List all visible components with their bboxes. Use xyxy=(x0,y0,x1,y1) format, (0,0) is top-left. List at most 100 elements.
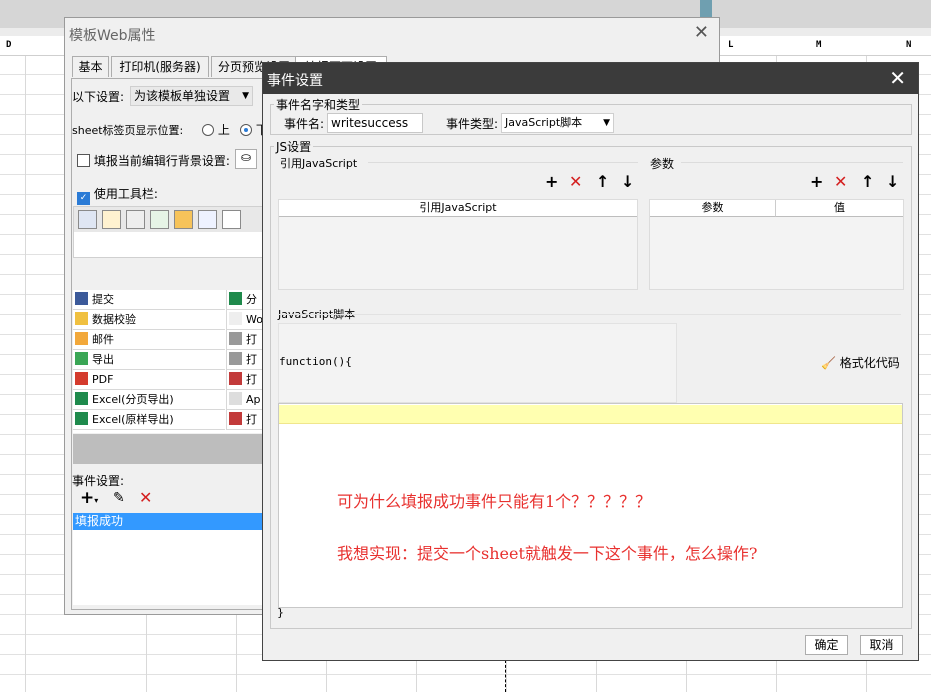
toolbar-preview xyxy=(73,206,265,258)
arrow-up-icon[interactable]: ↑ xyxy=(861,174,874,190)
scroll-indicator xyxy=(700,0,712,18)
print-icon[interactable] xyxy=(126,210,145,229)
list-item-label: 导出 xyxy=(92,353,114,366)
tab-printer-server[interactable]: 打印机(服务器) xyxy=(111,56,209,77)
setting-label: 以下设置: xyxy=(72,90,125,104)
bg-setting-row[interactable]: 填报当前编辑行背景设置: xyxy=(77,152,230,169)
arrow-down-icon[interactable]: ↓ xyxy=(886,174,899,190)
save-icon[interactable] xyxy=(78,210,97,229)
list-item[interactable]: 打 xyxy=(226,410,264,430)
list-item-label: PDF xyxy=(92,373,114,386)
name-type-legend: 事件名字和类型 xyxy=(274,96,363,113)
list-item[interactable]: 邮件 xyxy=(73,330,225,350)
column-header-m[interactable]: M xyxy=(816,40,821,50)
arrow-down-icon[interactable]: ↓ xyxy=(621,174,634,190)
insert-row-icon[interactable] xyxy=(198,210,217,229)
column-header-n[interactable]: N xyxy=(906,40,911,50)
applet-icon xyxy=(229,392,242,405)
delete-param-icon[interactable]: ✕ xyxy=(834,174,847,190)
annotation-question: 可为什么填报成功事件只能有1个？？？？？ xyxy=(337,492,652,511)
word-icon xyxy=(229,312,242,325)
tab-basic[interactable]: 基本 xyxy=(72,56,109,77)
excel-icon xyxy=(75,412,88,425)
list-item-label: 打 xyxy=(246,413,257,426)
setting-scope-value: 为该模板单独设置 xyxy=(134,89,231,103)
list-item[interactable]: 提交 xyxy=(73,290,225,310)
delete-event-icon[interactable]: ✕ xyxy=(139,490,152,506)
params-table: 参数 值 xyxy=(649,199,904,290)
sheet-icon[interactable] xyxy=(222,210,241,229)
event-type-label: 事件类型: xyxy=(446,117,499,131)
add-event-icon[interactable]: +▾ xyxy=(80,490,98,509)
column-header-l[interactable]: L xyxy=(728,40,733,50)
bg-setting-checkbox[interactable] xyxy=(77,154,90,167)
print-icon xyxy=(229,332,242,345)
use-toolbar-row[interactable]: ✓ 使用工具栏: xyxy=(77,185,158,205)
list-item-label: Excel(分页导出) xyxy=(92,393,174,406)
list-item-label: 提交 xyxy=(92,293,114,306)
list-item[interactable]: Excel(分页导出) xyxy=(73,390,225,410)
mail-icon[interactable] xyxy=(174,210,193,229)
pdf-icon xyxy=(75,372,88,385)
list-item[interactable]: Ap xyxy=(226,390,264,410)
event-name-input[interactable]: writesuccess xyxy=(327,113,423,133)
close-icon[interactable]: ✕ xyxy=(889,66,906,90)
close-icon[interactable]: ✕ xyxy=(694,22,709,43)
list-item[interactable]: Wo xyxy=(226,310,264,330)
add-param-icon[interactable]: + xyxy=(810,174,823,190)
list-item[interactable]: 数据校验 xyxy=(73,310,225,330)
print-icon xyxy=(229,352,242,365)
ref-js-label: 引用JavaScript xyxy=(280,157,358,170)
column-header-d[interactable]: D xyxy=(6,40,11,50)
param-column-header[interactable]: 参数 xyxy=(650,200,776,217)
paint-bucket-icon[interactable]: ⛀ xyxy=(235,149,257,169)
script-header-area: function(){ xyxy=(278,323,677,403)
list-item[interactable]: 打 xyxy=(226,330,264,350)
pdf-print-icon xyxy=(229,412,242,425)
ref-js-divider xyxy=(368,162,638,163)
export-icon xyxy=(75,352,88,365)
setting-scope-select[interactable]: 为该模板单独设置 ▼ xyxy=(130,86,253,106)
broom-icon: 🧹 xyxy=(821,356,836,370)
edit-event-icon[interactable]: ✎ xyxy=(113,490,125,506)
ref-js-table: 引用JavaScript xyxy=(278,199,638,290)
event-type-select[interactable]: JavaScript脚本 ▼ xyxy=(501,113,614,133)
event-item-write-success[interactable]: 填报成功 xyxy=(73,513,265,530)
radio-top-label: 上 xyxy=(217,123,230,137)
annotation-request: 我想实现：提交一个sheet就触发一下这个事件，怎么操作? xyxy=(337,544,758,563)
arrow-up-icon[interactable]: ↑ xyxy=(596,174,609,190)
submit-icon xyxy=(75,292,88,305)
cancel-button[interactable]: 取消 xyxy=(860,635,903,655)
export-icon[interactable] xyxy=(150,210,169,229)
event-list: 填报成功 xyxy=(73,513,265,605)
list-item-label: 打 xyxy=(246,373,257,386)
params-label: 参数 xyxy=(650,157,675,171)
list-item-label: 打 xyxy=(246,333,257,346)
list-item-label: 邮件 xyxy=(92,333,114,346)
ref-js-column-header[interactable]: 引用JavaScript xyxy=(279,200,637,217)
list-item-label: Wo xyxy=(246,313,263,326)
list-item[interactable]: PDF xyxy=(73,370,225,390)
list-item[interactable]: Excel(原样导出) xyxy=(73,410,225,430)
list-item[interactable]: 导出 xyxy=(73,350,225,370)
list-item[interactable]: 打 xyxy=(226,350,264,370)
value-column-header[interactable]: 值 xyxy=(776,200,903,217)
web-properties-title: 模板Web属性 xyxy=(69,28,156,44)
list-item[interactable]: 分 xyxy=(226,290,264,310)
ok-button[interactable]: 确定 xyxy=(805,635,848,655)
sheet-tab-position-label: sheet标签页显示位置: xyxy=(72,124,184,137)
pdf-print-icon xyxy=(229,372,242,385)
event-settings-dialog: 事件设置 ✕ 事件名字和类型 事件名: writesuccess 事件类型: J… xyxy=(262,62,919,661)
script-editor[interactable]: 可为什么填报成功事件只能有1个？？？？？ 我想实现：提交一个sheet就触发一下… xyxy=(278,403,903,608)
validate-icon[interactable] xyxy=(102,210,121,229)
list-item[interactable]: 打 xyxy=(226,370,264,390)
delete-ref-js-icon[interactable]: ✕ xyxy=(569,174,582,190)
use-toolbar-label: 使用工具栏: xyxy=(93,187,158,201)
use-toolbar-checkbox[interactable]: ✓ xyxy=(77,192,90,205)
mail-icon xyxy=(75,332,88,345)
script-divider xyxy=(278,314,901,315)
add-ref-js-icon[interactable]: + xyxy=(545,174,558,190)
format-code-button[interactable]: 🧹 格式化代码 xyxy=(821,354,900,371)
radio-top[interactable]: 上 xyxy=(202,121,230,138)
event-settings-title: 事件设置 xyxy=(267,73,323,89)
